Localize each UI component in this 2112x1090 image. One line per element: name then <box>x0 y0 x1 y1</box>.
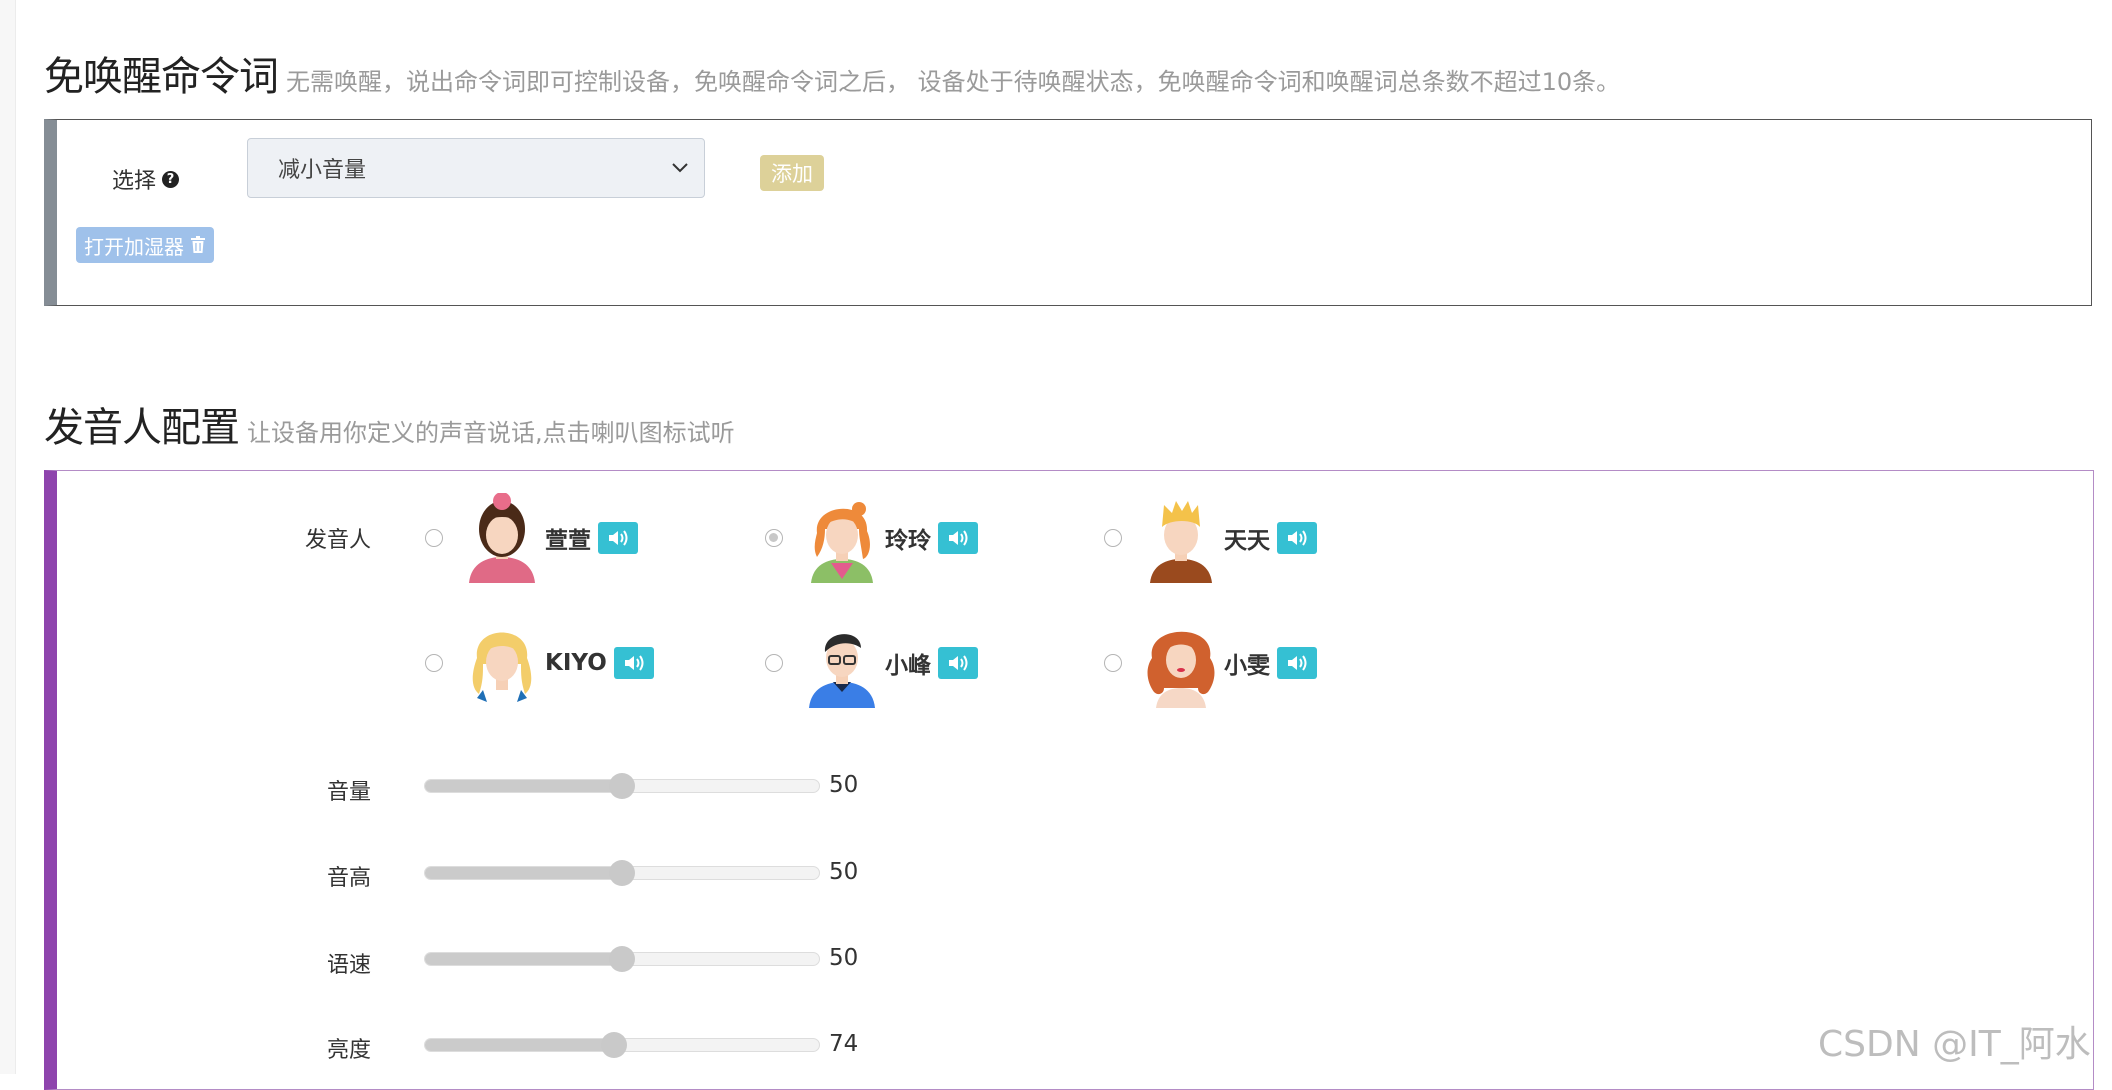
add-button[interactable]: 添加 <box>760 155 824 191</box>
speaker-name: 小峰 <box>885 653 931 679</box>
avatar-kiyo <box>472 632 532 702</box>
select-label-text: 选择 <box>112 169 157 194</box>
slider-label-volume: 音量 <box>327 780 372 805</box>
speaker-label: 发音人 <box>305 528 372 553</box>
slider-label-brightness: 亮度 <box>327 1038 372 1063</box>
speaker-radio[interactable] <box>425 654 443 672</box>
command-select[interactable]: 减小音量 <box>247 138 705 198</box>
speaker-radio[interactable] <box>1104 529 1122 547</box>
avatar-xiaowen <box>1147 631 1215 708</box>
volume-icon <box>1288 655 1307 671</box>
slider-value-brightness: 74 <box>829 1031 859 1057</box>
speaker-preview-button[interactable] <box>1277 522 1317 554</box>
avatar-xuanxuan <box>469 493 535 583</box>
trash-icon[interactable] <box>190 236 206 254</box>
speaker-option[interactable]: 小峰 <box>765 618 978 708</box>
avatar-lingling <box>811 502 873 583</box>
speaker-name: 天天 <box>1224 528 1270 554</box>
speaker-config-title: 发音人配置 <box>44 405 240 451</box>
speaker-name: KIYO <box>545 650 607 676</box>
slider-thumb[interactable] <box>601 1032 628 1058</box>
speaker-preview-button[interactable] <box>938 522 978 554</box>
wake-free-description: 无需唤醒，说出命令词即可控制设备，免唤醒命令词之后， 设备处于待唤醒状态，免唤醒… <box>286 68 1621 96</box>
avatar-xiaofeng <box>809 634 875 708</box>
speaker-radio[interactable] <box>765 529 783 547</box>
slider-fill <box>425 953 622 965</box>
speaker-name: 萱萱 <box>545 528 591 554</box>
speaker-option[interactable]: 萱萱 <box>425 493 638 583</box>
speaker-option[interactable]: 玲玲 <box>765 493 978 583</box>
volume-slider[interactable] <box>424 773 820 799</box>
wake-free-header: 免唤醒命令词 无需唤醒，说出命令词即可控制设备，免唤醒命令词之后， 设备处于待唤… <box>44 44 1620 102</box>
command-tag-label: 打开加湿器 <box>84 234 184 259</box>
wake-free-title: 免唤醒命令词 <box>44 54 279 100</box>
command-tag[interactable]: 打开加湿器 <box>76 227 214 263</box>
command-select-value: 减小音量 <box>278 158 367 183</box>
volume-icon <box>609 530 628 546</box>
speaker-option[interactable]: 天天 <box>1104 493 1317 583</box>
slider-label-pitch: 音高 <box>327 866 372 891</box>
speaker-option[interactable]: KIYO <box>425 618 654 708</box>
speaker-config-header: 发音人配置 让设备用你定义的声音说话,点击喇叭图标试听 <box>44 395 735 453</box>
volume-icon <box>1288 530 1307 546</box>
speed-slider[interactable] <box>424 946 820 972</box>
volume-icon <box>949 655 968 671</box>
speaker-preview-button[interactable] <box>613 647 654 679</box>
slider-thumb[interactable] <box>609 946 635 972</box>
chevron-down-icon <box>672 163 688 173</box>
speaker-radio[interactable] <box>425 529 443 547</box>
speaker-name: 玲玲 <box>885 528 931 554</box>
slider-label-speed: 语速 <box>327 953 372 978</box>
slider-fill <box>425 780 622 792</box>
speaker-preview-button[interactable] <box>598 522 638 554</box>
speaker-config-description: 让设备用你定义的声音说话,点击喇叭图标试听 <box>247 419 735 447</box>
speaker-radio[interactable] <box>765 654 783 672</box>
slider-thumb[interactable] <box>609 860 635 886</box>
speaker-option[interactable]: 小雯 <box>1104 618 1317 708</box>
volume-icon <box>624 655 644 671</box>
select-label: 选择 ? <box>112 163 180 195</box>
speaker-preview-button[interactable] <box>938 647 978 679</box>
page-left-edge <box>0 0 16 1074</box>
avatar-tiantian <box>1150 501 1212 583</box>
brightness-slider[interactable] <box>424 1032 820 1058</box>
question-icon[interactable]: ? <box>162 170 180 188</box>
slider-thumb[interactable] <box>609 773 635 799</box>
speaker-name: 小雯 <box>1224 653 1270 679</box>
slider-fill <box>425 1039 615 1051</box>
slider-value-volume: 50 <box>829 772 859 798</box>
slider-value-pitch: 50 <box>829 859 859 885</box>
speaker-radio[interactable] <box>1104 654 1122 672</box>
slider-fill <box>425 867 622 879</box>
pitch-slider[interactable] <box>424 860 820 886</box>
speaker-preview-button[interactable] <box>1277 647 1317 679</box>
slider-value-speed: 50 <box>829 945 859 971</box>
watermark: CSDN @IT_阿水 <box>1818 1024 2091 1065</box>
volume-icon <box>949 530 968 546</box>
